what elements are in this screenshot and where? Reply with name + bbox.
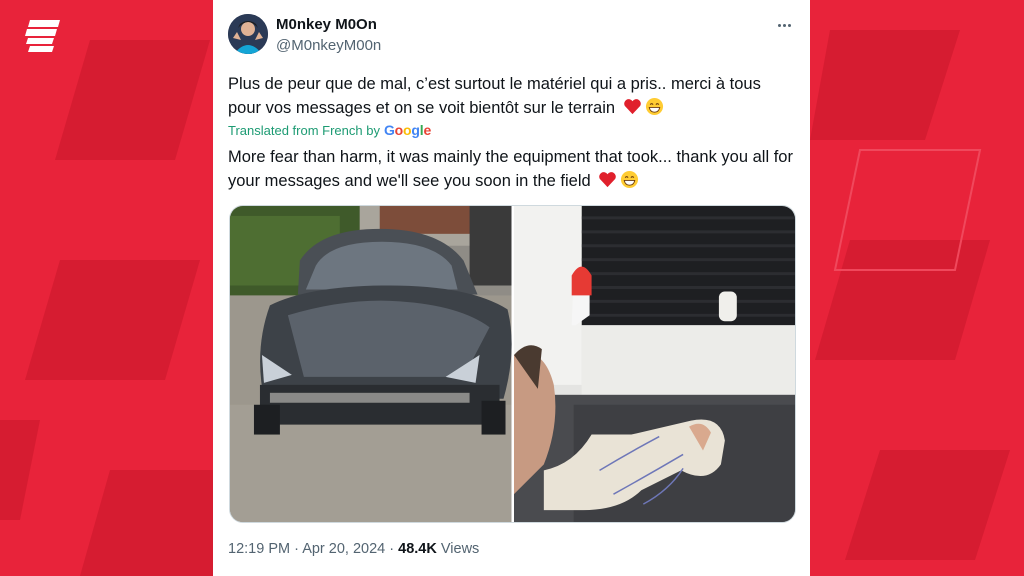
bandaged-hand-photo[interactable] [513,206,795,522]
tweet-text-content: Plus de peur que de mal, c’est surtout l… [228,75,761,117]
tweet-date[interactable]: Apr 20, 2024 [302,541,385,557]
meta-separator: · [389,541,395,557]
grinning-face-emoji [645,97,663,116]
tweet-card: M0nkey M0On @M0nkeyM00n Plus de peur que… [213,0,810,576]
tweet-meta: 12:19 PM · Apr 20, 2024 · 48.4K Views [228,541,479,557]
views-count: 48.4K [398,541,437,557]
tweet-time[interactable]: 12:19 PM [228,541,290,557]
grinning-face-emoji [621,170,639,189]
translated-label: Translated from French by Google [228,122,431,138]
brand-logo-icon [25,20,60,52]
user-handle[interactable]: @M0nkeyM00n [276,37,381,54]
meta-separator: · [294,541,299,557]
red-heart-emoji [623,99,641,115]
translated-from-text: Translated from French by [228,122,380,138]
translation-text: More fear than harm, it was mainly the e… [228,145,798,193]
damaged-car-photo[interactable] [230,206,512,522]
tweet-text: Plus de peur que de mal, c’est surtout l… [228,72,798,120]
translation-content: More fear than harm, it was mainly the e… [228,148,793,190]
more-options-icon[interactable] [773,14,795,36]
red-heart-emoji [599,172,617,188]
media-grid [229,205,796,523]
views-label: Views [440,541,480,557]
google-logo: Google [383,122,432,138]
display-name[interactable]: M0nkey M0On [276,16,377,33]
avatar[interactable] [228,14,268,54]
